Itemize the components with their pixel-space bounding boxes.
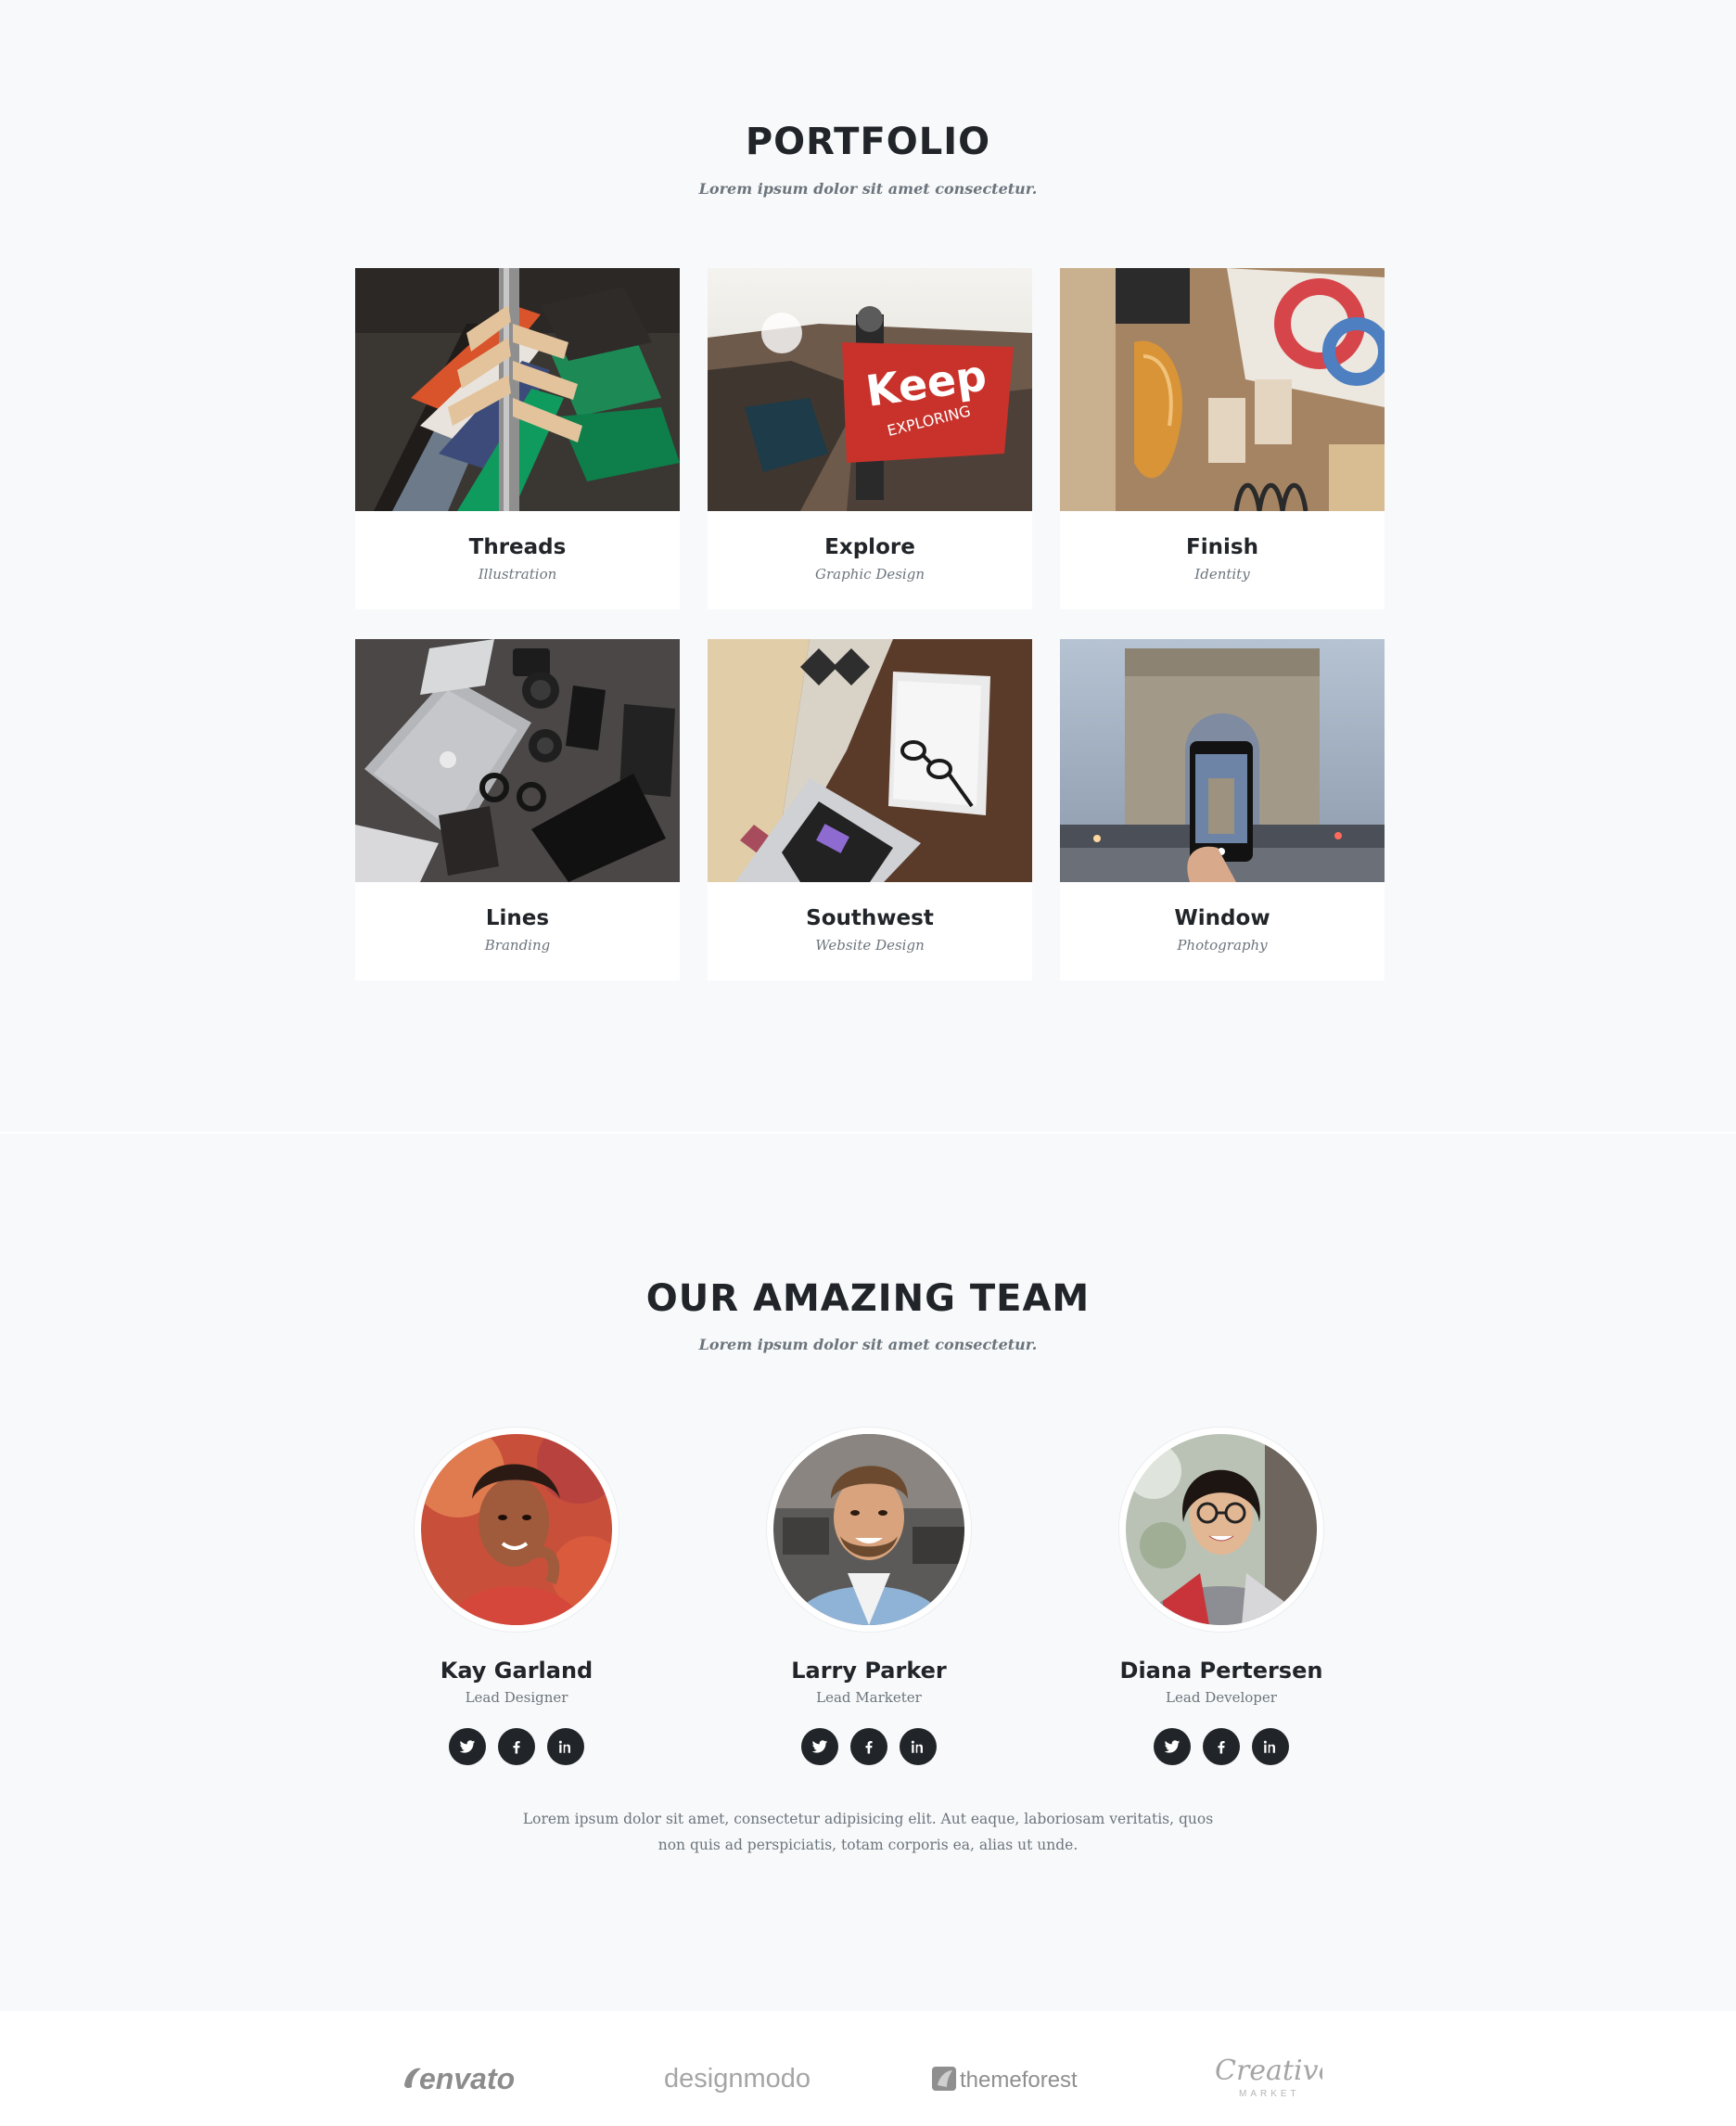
facebook-icon — [513, 1741, 520, 1754]
twitter-button[interactable] — [801, 1728, 838, 1765]
portfolio-title: Explore — [824, 535, 915, 559]
facebook-icon — [865, 1741, 873, 1754]
twitter-icon — [459, 1740, 476, 1753]
twitter-button[interactable] — [1154, 1728, 1191, 1765]
portfolio-category: Photography — [1177, 937, 1268, 954]
facebook-button[interactable] — [1203, 1728, 1240, 1765]
portfolio-caption: Explore Graphic Design — [708, 511, 1032, 609]
portfolio-item-threads[interactable]: Threads Illustration — [355, 268, 680, 609]
portfolio-caption: Southwest Website Design — [708, 882, 1032, 980]
portfolio-category: Illustration — [478, 566, 557, 583]
portfolio-item-southwest[interactable]: Southwest Website Design — [708, 639, 1032, 980]
social-links — [711, 1728, 1027, 1765]
member-role: Lead Designer — [465, 1689, 568, 1706]
client-logo-text: themeforest — [960, 2068, 1078, 2093]
portfolio-image-window — [1060, 639, 1385, 882]
member-role: Lead Marketer — [816, 1689, 922, 1706]
portfolio-caption: Lines Branding — [355, 882, 680, 980]
facebook-button[interactable] — [498, 1728, 535, 1765]
portfolio-item-explore[interactable]: Keep EXPLORING Explore Graphic Design — [708, 268, 1032, 609]
portfolio-title: Threads — [468, 535, 567, 559]
member-role: Lead Developer — [1166, 1689, 1277, 1706]
team-subheading: Lorem ipsum dolor sit amet consectetur. — [698, 1336, 1038, 1353]
client-logo-creative-market[interactable]: Creative MARKET — [1211, 2048, 1334, 2104]
portfolio-title: Lines — [485, 906, 550, 930]
client-logo-subtext: MARKET — [1239, 2089, 1300, 2099]
client-logo-envato[interactable]: envato — [401, 2057, 549, 2098]
member-name: Larry Parker — [791, 1658, 947, 1684]
portfolio-title: Window — [1174, 906, 1270, 930]
linkedin-icon — [1263, 1740, 1275, 1753]
social-links — [359, 1728, 674, 1765]
twitter-button[interactable] — [449, 1728, 486, 1765]
team-member: Larry Parker Lead Marketer — [711, 1428, 1027, 1765]
portfolio-category: Identity — [1194, 566, 1250, 583]
facebook-button[interactable] — [850, 1728, 887, 1765]
portfolio-image-threads — [355, 268, 680, 511]
client-logo-text: designmodo — [664, 2064, 811, 2094]
avatar — [767, 1428, 971, 1632]
portfolio-subheading: Lorem ipsum dolor sit amet consectetur. — [698, 180, 1038, 198]
client-logo-themeforest[interactable]: themeforest — [930, 2057, 1088, 2098]
client-logo-text: envato — [419, 2062, 515, 2095]
avatar — [415, 1428, 619, 1632]
portfolio-image-finish — [1060, 268, 1385, 511]
portfolio-heading: PORTFOLIO — [745, 121, 991, 163]
twitter-icon — [811, 1740, 828, 1753]
team-description: Lorem ipsum dolor sit amet, consectetur … — [522, 1811, 1214, 1853]
social-links — [1064, 1728, 1379, 1765]
member-name: Kay Garland — [440, 1658, 594, 1684]
team-member: Diana Pertersen Lead Developer — [1064, 1428, 1379, 1765]
portfolio-caption: Threads Illustration — [355, 511, 680, 609]
portfolio-caption: Finish Identity — [1060, 511, 1385, 609]
portfolio-category: Branding — [484, 937, 551, 954]
portfolio-item-window[interactable]: Window Photography — [1060, 639, 1385, 980]
team-section: OUR AMAZING TEAM Lorem ipsum dolor sit a… — [0, 1132, 1736, 2011]
team-member: Kay Garland Lead Designer — [359, 1428, 674, 1765]
portfolio-image-lines — [355, 639, 680, 882]
client-logo-text: Creative — [1215, 2055, 1322, 2087]
portfolio-title: Southwest — [806, 906, 934, 930]
portfolio-image-explore: Keep EXPLORING — [708, 268, 1032, 511]
portfolio-item-lines[interactable]: Lines Branding — [355, 639, 680, 980]
portfolio-item-finish[interactable]: Finish Identity — [1060, 268, 1385, 609]
linkedin-button[interactable] — [547, 1728, 584, 1765]
portfolio-image-southwest — [708, 639, 1032, 882]
portfolio-category: Graphic Design — [815, 566, 925, 583]
portfolio-caption: Window Photography — [1060, 882, 1385, 980]
clients-section: envato designmodo themeforest Creative M… — [0, 2011, 1736, 2126]
member-name: Diana Pertersen — [1119, 1658, 1323, 1684]
linkedin-button[interactable] — [900, 1728, 937, 1765]
linkedin-icon — [558, 1740, 570, 1753]
linkedin-button[interactable] — [1252, 1728, 1289, 1765]
portfolio-title: Finish — [1186, 535, 1258, 559]
portfolio-section: PORTFOLIO Lorem ipsum dolor sit amet con… — [0, 0, 1736, 1132]
linkedin-icon — [911, 1740, 923, 1753]
client-logo-designmodo[interactable]: designmodo — [662, 2057, 811, 2098]
portfolio-category: Website Design — [815, 937, 925, 954]
team-heading: OUR AMAZING TEAM — [645, 1277, 1091, 1320]
twitter-icon — [1164, 1740, 1181, 1753]
avatar — [1119, 1428, 1323, 1632]
facebook-icon — [1218, 1741, 1225, 1754]
